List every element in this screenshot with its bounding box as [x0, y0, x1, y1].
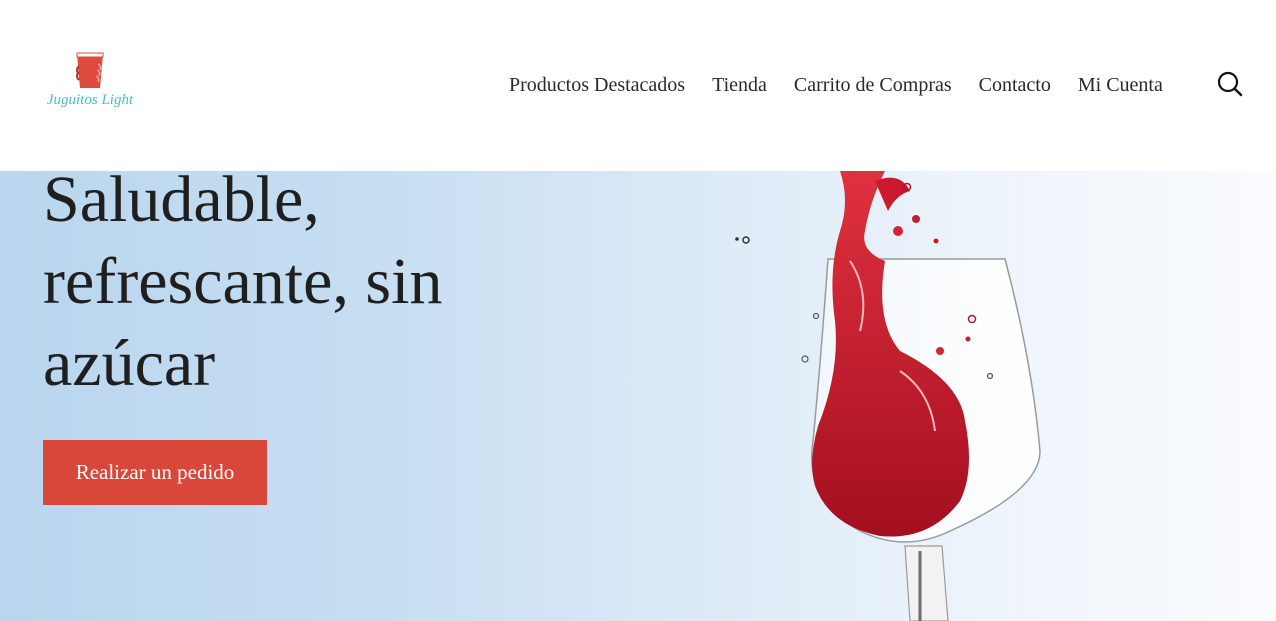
nav-item-contacto[interactable]: Contacto	[979, 74, 1051, 97]
search-icon	[1217, 71, 1243, 97]
logo-text: Juguitos Light	[46, 92, 134, 108]
nav-item-productos-destacados[interactable]: Productos Destacados	[509, 74, 685, 97]
site-logo[interactable]: Juguitos Light	[44, 52, 136, 114]
order-button[interactable]: Realizar un pedido	[43, 440, 267, 505]
hero-section: Saludable, refrescante, sin azúcar Reali…	[0, 171, 1276, 621]
hero-title: Saludable, refrescante, sin azúcar	[43, 171, 443, 400]
site-header: Juguitos Light Productos Destacados Tien…	[0, 0, 1276, 171]
nav-item-carrito[interactable]: Carrito de Compras	[794, 74, 952, 97]
wine-glass-image	[735, 171, 1041, 621]
cup-logo-icon	[76, 52, 104, 88]
nav-item-tienda[interactable]: Tienda	[712, 74, 767, 97]
main-nav: Productos Destacados Tienda Carrito de C…	[509, 72, 1163, 98]
search-button[interactable]	[1216, 70, 1244, 98]
nav-item-mi-cuenta[interactable]: Mi Cuenta	[1078, 74, 1163, 97]
